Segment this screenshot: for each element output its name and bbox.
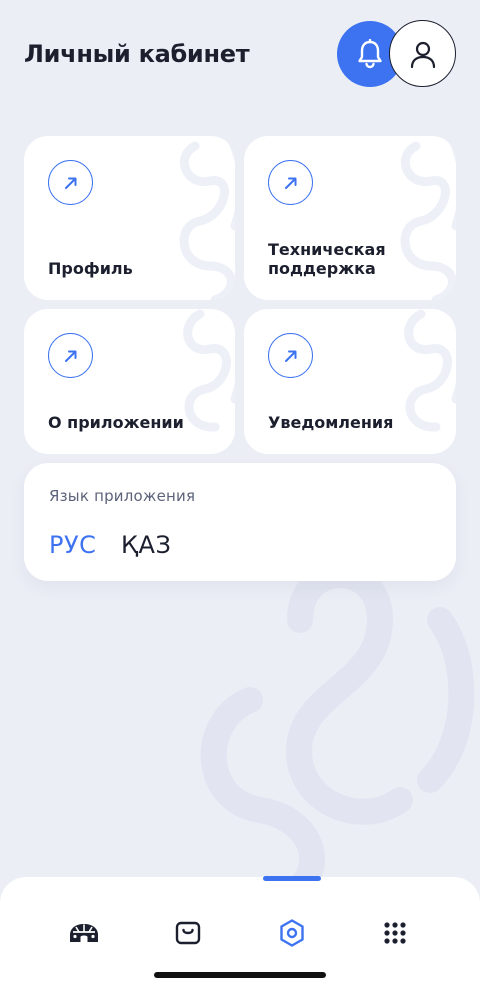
card-notifications[interactable]: Уведомления bbox=[244, 309, 456, 454]
card-support[interactable]: Техническая поддержка bbox=[244, 136, 456, 300]
bell-icon bbox=[358, 39, 382, 69]
open-profile-icon-button bbox=[48, 160, 93, 205]
card-label: Профиль bbox=[48, 259, 133, 278]
open-support-icon-button bbox=[268, 160, 313, 205]
language-title: Язык приложения bbox=[49, 487, 196, 505]
card-ornament bbox=[404, 309, 456, 432]
yurt-icon bbox=[70, 924, 98, 942]
language-option-kaz[interactable]: ҚАЗ bbox=[121, 531, 171, 559]
settings-hex-icon bbox=[280, 919, 304, 947]
open-about-icon-button bbox=[48, 333, 93, 378]
nav-item-shop[interactable] bbox=[168, 913, 208, 953]
profile-button[interactable] bbox=[389, 20, 456, 87]
language-option-rus[interactable]: РУС bbox=[49, 531, 96, 559]
page-title: Личный кабинет bbox=[24, 40, 250, 68]
arrow-up-right-icon bbox=[284, 177, 296, 189]
card-label: Техническая поддержка bbox=[268, 240, 386, 278]
card-label: Уведомления bbox=[268, 413, 394, 432]
nav-item-settings[interactable] bbox=[272, 913, 312, 953]
header: Личный кабинет bbox=[0, 0, 480, 110]
card-profile[interactable]: Профиль bbox=[24, 136, 235, 300]
nav-item-home[interactable] bbox=[64, 913, 104, 953]
grid-icon bbox=[384, 922, 406, 944]
user-icon bbox=[410, 41, 435, 68]
language-card: Язык приложения РУС ҚАЗ bbox=[24, 463, 456, 581]
home-indicator bbox=[154, 972, 326, 978]
nav-item-more[interactable] bbox=[375, 913, 415, 953]
arrow-up-right-icon bbox=[64, 177, 76, 189]
arrow-up-right-icon bbox=[284, 350, 296, 362]
open-notifications-icon-button bbox=[268, 333, 313, 378]
card-about[interactable]: О приложении bbox=[24, 309, 235, 454]
active-tab-indicator bbox=[263, 876, 321, 881]
bag-icon bbox=[175, 921, 201, 945]
card-label: О приложении bbox=[48, 413, 184, 432]
card-ornament bbox=[183, 309, 235, 432]
arrow-up-right-icon bbox=[64, 350, 76, 362]
